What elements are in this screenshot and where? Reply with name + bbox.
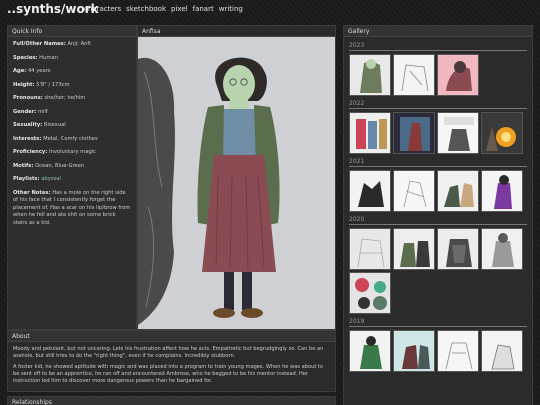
info-row-species: Species: Human [13,55,131,63]
info-row-names: Full/Other Names: Anji; Anfi [13,41,131,49]
thumb-grid [349,54,527,96]
year-divider [349,50,527,51]
gallery-year-label: 2020 [349,216,365,223]
info-label: Species: [13,54,38,61]
info-row-sexuality: Sexuality: Bisexual [13,122,131,130]
info-label: Motifs: [13,162,34,169]
gallery-thumbnail[interactable] [437,54,479,96]
quick-info-header: Quick Info [8,26,136,37]
gallery-thumbnail[interactable] [349,112,391,154]
info-value: 5'8" / 173cm [36,81,70,88]
about-panel: About Moody and petulant, but not uncari… [7,330,336,392]
gallery-thumbnail[interactable] [481,170,523,212]
gallery-thumbnail[interactable] [393,228,435,270]
gallery-thumbnail[interactable] [349,330,391,372]
info-row-motifs: Motifs: Ocean, Blue-Green [13,163,131,171]
relationships-header: Relationships [8,397,335,405]
info-label: Playlists: [13,176,40,183]
info-label: Gender: [13,108,37,115]
relationships-panel: Relationships [7,396,336,405]
top-bar: ..synths/work characters sketchbook pixe… [0,0,540,20]
info-value: she/her; he/him [44,95,86,102]
info-label: Height: [13,81,35,88]
thumb-grid [349,170,527,212]
gallery-thumbnail[interactable] [437,330,479,372]
quick-info-body: Full/Other Names: Anji; Anfi Species: Hu… [8,37,136,238]
info-row-playlists: Playlists: abyssal [13,176,131,184]
nav-characters[interactable]: characters [84,5,121,13]
info-value: Metal, Comfy clothes [43,135,98,142]
gallery-year-label: 2022 [349,100,365,107]
year-divider [349,224,527,225]
gallery-header: Gallery [344,26,532,37]
gallery-thumbnail[interactable] [393,330,435,372]
year-divider [349,326,527,327]
info-label: Sexuality: [13,122,43,129]
info-row-age: Age: 44 years [13,68,131,76]
info-row-gender: Gender: milf [13,109,131,117]
nav-writing[interactable]: writing [219,5,243,13]
info-row-height: Height: 5'8" / 173cm [13,82,131,90]
info-value: Human [39,54,58,61]
thumb-grid [349,112,527,154]
info-value: Ocean, Blue-Green [35,162,85,169]
info-row-proficiency: Proficiency: Involuntary magic [13,149,131,157]
thumb-grid [349,330,527,372]
gallery-year-label: 2019 [349,318,365,325]
nav-pixel[interactable]: pixel [171,5,188,13]
portrait-panel: Anfisa [137,25,336,330]
info-row-notes: Other Notes: Has a mole on the right sid… [13,190,131,228]
quick-info-panel: Quick Info Full/Other Names: Anji; Anfi … [7,25,137,330]
portrait-header: Anfisa [138,26,335,37]
gallery-thumbnail[interactable] [349,272,391,314]
info-label: Other Notes: [13,189,51,196]
info-row-interests: Interests: Metal, Comfy clothes [13,136,131,144]
gallery-thumbnail[interactable] [349,228,391,270]
character-portrait [138,57,280,326]
gallery-thumbnail[interactable] [437,170,479,212]
gallery-thumbnail[interactable] [349,170,391,212]
info-value: Involuntary magic [49,149,96,156]
gallery-thumbnail[interactable] [481,330,523,372]
gallery-thumbnail[interactable] [393,170,435,212]
gallery-thumbnail[interactable] [437,112,479,154]
gallery-thumbnail[interactable] [481,228,523,270]
about-paragraph: Moody and petulant, but not uncaring. Le… [13,346,324,359]
info-label: Full/Other Names: [13,41,66,47]
info-value: milf [38,108,48,115]
nav-sketchbook[interactable]: sketchbook [126,5,166,13]
info-label: Interests: [13,135,42,142]
gallery-body: 2023 2022 2021 2020 2019 [344,37,532,378]
info-value: Bisexual [43,122,66,129]
nav-fanart[interactable]: fanart [193,5,214,13]
year-divider [349,108,527,109]
main-nav: characters sketchbook pixel fanart writi… [84,5,243,13]
gallery-thumbnail[interactable] [437,228,479,270]
info-label: Pronouns: [13,95,43,102]
gallery-thumbnail[interactable] [393,54,435,96]
info-label: Proficiency: [13,149,48,156]
gallery-thumbnail[interactable] [481,112,523,154]
info-value: Anji; Anfi [67,41,91,47]
info-value: 44 years [27,68,51,75]
info-row-pronouns: Pronouns: she/her; he/him [13,95,131,103]
thumb-grid [349,228,527,314]
gallery-thumbnail[interactable] [393,112,435,154]
year-divider [349,166,527,167]
info-label: Age: [13,68,27,75]
gallery-thumbnail[interactable] [349,54,391,96]
about-header: About [8,331,335,342]
gallery-year-label: 2021 [349,158,365,165]
playlist-link[interactable]: abyssal [41,176,61,182]
about-paragraph: A foster kid, he showed aptitude with ma… [13,363,324,384]
gallery-panel: Gallery 2023 2022 2021 2020 2019 [343,25,533,405]
gallery-year-label: 2023 [349,42,365,49]
about-body: Moody and petulant, but not uncaring. Le… [8,342,335,392]
